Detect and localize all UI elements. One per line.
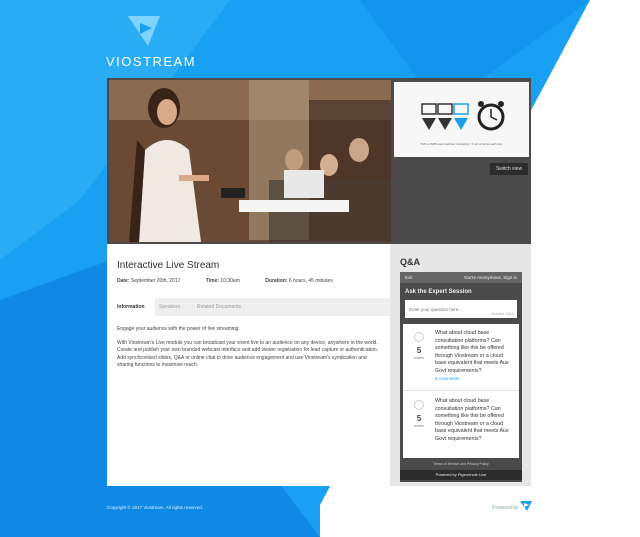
upvote-icon[interactable]: [414, 400, 424, 410]
brand-name: VIOSTREAM: [106, 54, 197, 69]
vote-control[interactable]: 5 votes: [407, 332, 431, 360]
presenter-video-image: [109, 80, 391, 242]
question-item: 5 votes What about cloud base consultati…: [403, 392, 519, 458]
event-meta: Date: September 20th, 2017 Time: 10:30am…: [117, 278, 357, 284]
event-card: 51% of B2B uses webinar marketing / 3 ou…: [107, 78, 531, 486]
time-value: 10:30am: [220, 278, 240, 284]
pigeonhole-powered-badge[interactable]: Powered by Pigeonhole Live: [400, 470, 522, 480]
powered-by-label: Powered by: [492, 505, 519, 511]
description-body: With Viostream's Live module you can bro…: [117, 339, 378, 369]
tab-related-documents[interactable]: Related Documents: [197, 298, 241, 316]
viostream-small-logo-icon[interactable]: [519, 500, 533, 512]
description-intro: Engage your audience with the power of l…: [117, 326, 240, 332]
info-tabs: Information Speakers Related Documents: [107, 298, 390, 316]
vote-count: 5: [416, 346, 422, 355]
duration-label: Duration:: [265, 278, 288, 284]
event-duration: Duration: 6 hours, 45 minutes: [265, 278, 333, 284]
event-time: Time: 10:30am: [206, 278, 240, 284]
qa-sign-in-link[interactable]: You're Anonymous. Sign in: [464, 272, 517, 283]
video-frame[interactable]: [109, 80, 391, 242]
qa-session-title: Ask the Expert Session: [405, 289, 472, 295]
votes-label: votes: [414, 355, 424, 360]
event-title: Interactive Live Stream: [117, 260, 220, 271]
date-label: Date:: [117, 278, 130, 284]
time-label: Time:: [205, 278, 220, 284]
qa-sidebar: Q&A Exit You're Anonymous. Sign in Ask t…: [390, 244, 531, 486]
qa-terms-link[interactable]: Terms of Service and Privacy Policy: [400, 462, 522, 466]
event-details: Interactive Live Stream Date: September …: [107, 244, 390, 486]
presentation-slide: 51% of B2B uses webinar marketing / 3 ou…: [394, 82, 529, 157]
tab-information[interactable]: Information: [107, 298, 155, 316]
qa-panel: Exit You're Anonymous. Sign in Ask the E…: [400, 272, 522, 482]
slide-caption: 51% of B2B uses webinar marketing / 3 ou…: [420, 142, 503, 146]
ask-button[interactable]: Ask the Q&A: [491, 311, 514, 316]
votes-label: votes: [414, 423, 424, 428]
copyright-text: Copyright © 2017 Viostream. All rights r…: [107, 505, 204, 510]
event-date: Date: September 20th, 2017: [117, 278, 180, 284]
vote-count: 5: [416, 414, 422, 423]
vote-control[interactable]: 5 votes: [407, 400, 431, 428]
comments-link[interactable]: 0 comments: [435, 376, 460, 381]
question-text: What about cloud base consultation platf…: [435, 398, 509, 442]
viostream-logo-icon: [128, 16, 160, 46]
qa-exit-link[interactable]: Exit: [405, 272, 413, 283]
qa-title: Q&A: [400, 257, 420, 267]
switch-view-button[interactable]: Switch view: [490, 163, 528, 175]
question-item: 5 votes What about cloud base consultati…: [403, 324, 519, 391]
video-player[interactable]: 51% of B2B uses webinar marketing / 3 ou…: [107, 78, 531, 244]
question-list: 5 votes What about cloud base consultati…: [403, 324, 519, 458]
tab-speakers[interactable]: Speakers: [159, 298, 180, 316]
event-description: Engage your audience with the power of l…: [117, 326, 379, 376]
duration-value: 6 hours, 45 minutes: [288, 278, 333, 284]
qa-top-bar: Exit You're Anonymous. Sign in: [400, 272, 522, 283]
upvote-icon[interactable]: [414, 332, 424, 342]
date-value: September 20th, 2017: [130, 278, 181, 284]
question-text: What about cloud base consultation platf…: [435, 330, 509, 374]
